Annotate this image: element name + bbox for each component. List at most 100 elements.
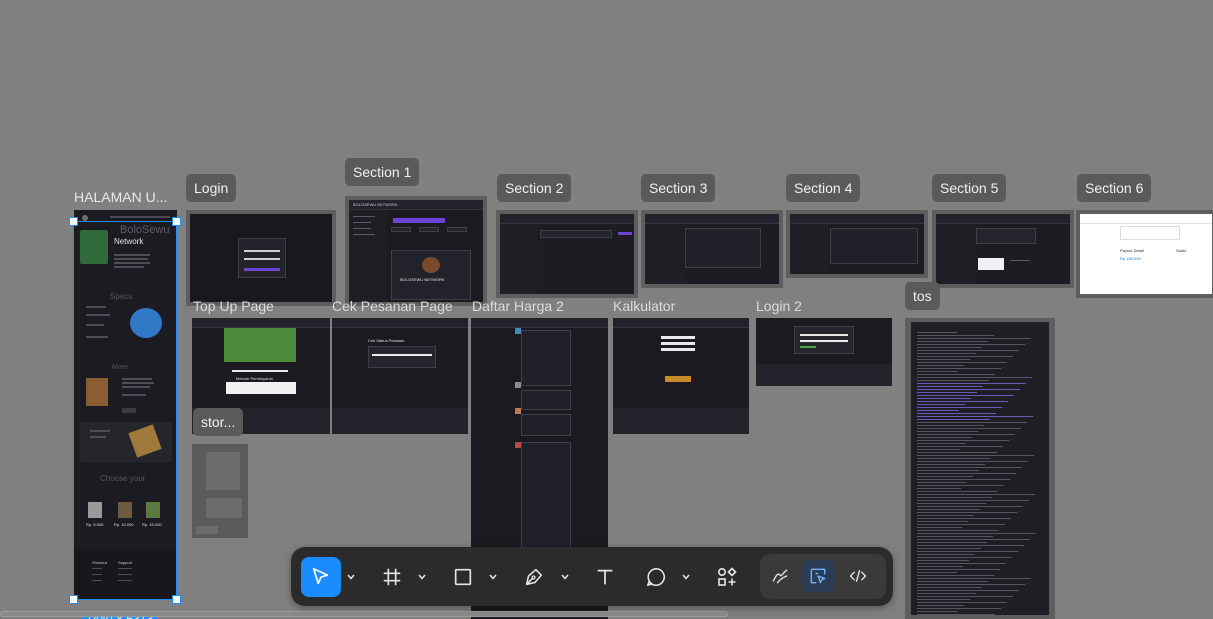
tos-text-line (917, 371, 958, 372)
frame-label-section3[interactable]: Section 3 (641, 174, 716, 202)
resize-handle-br[interactable] (172, 595, 181, 604)
pen-icon (525, 568, 543, 586)
frame-label-kalkulator[interactable]: Kalkulator (613, 298, 675, 314)
tos-text-line (917, 563, 1006, 564)
pen-tool-button[interactable] (514, 557, 554, 597)
tos-text-line (917, 467, 1022, 468)
tos-text-line (917, 587, 982, 588)
tos-text-line (917, 344, 1025, 345)
frame-section4[interactable] (786, 210, 928, 278)
text-icon (597, 569, 613, 585)
frame-label-section2[interactable]: Section 2 (497, 174, 572, 202)
frame-label-tos[interactable]: tos (905, 282, 940, 310)
tos-text-line (917, 599, 970, 600)
tos-text-line (917, 389, 1020, 390)
design-canvas[interactable]: HALAMAN U... BoloSewu Network Specs More… (0, 0, 1213, 619)
frame-section1[interactable]: BOLOSEWU NETWORK BOLOSEWU NETWORK (345, 196, 487, 306)
tos-text-line (917, 590, 1019, 591)
frame-label-daftarharga[interactable]: Daftar Harga 2 (472, 298, 564, 314)
mini-payment-heading: Metode Pembayaran (236, 376, 274, 381)
tos-text-line (917, 359, 970, 360)
draw-mode-button[interactable] (764, 560, 796, 592)
tos-text-line (917, 458, 991, 459)
frame-section5[interactable] (932, 210, 1074, 288)
tos-text-line (917, 419, 990, 420)
tos-text-line (917, 401, 1008, 402)
tos-text-line (917, 494, 1035, 495)
tos-text-line (917, 398, 971, 399)
tos-text-line (917, 536, 993, 537)
tos-text-line (917, 500, 1029, 501)
tos-text-line (917, 473, 1016, 474)
frame-login2[interactable] (756, 318, 892, 386)
frame-stor[interactable] (192, 444, 248, 538)
tos-text-line (917, 611, 958, 612)
frame-cekpesanan[interactable]: Cek Status Pesanan (332, 318, 468, 434)
frame-label-login2[interactable]: Login 2 (756, 298, 802, 314)
tos-text-line (917, 548, 981, 549)
frame-label-section4[interactable]: Section 4 (786, 174, 861, 202)
frame-label-halaman[interactable]: HALAMAN U... (74, 189, 167, 205)
frame-kalkulator[interactable] (613, 318, 749, 434)
tos-text-line (917, 353, 976, 354)
shape-tool-button[interactable] (443, 557, 483, 597)
tos-text-line (917, 425, 984, 426)
frame-label-section1[interactable]: Section 1 (345, 158, 420, 186)
mini-app-name: BOLOSEWU NETWORK (353, 202, 398, 207)
tos-text-line (917, 545, 1024, 546)
tos-text-line (917, 488, 961, 489)
tos-text-line (917, 608, 1001, 609)
tos-text-line (917, 455, 1034, 456)
frame-tool-chevron-icon[interactable] (417, 570, 427, 584)
text-tool-button[interactable] (585, 557, 625, 597)
tos-text-line (917, 593, 976, 594)
tos-text-line (917, 509, 980, 510)
tos-text-line (917, 407, 1002, 408)
tos-text-line (917, 383, 1026, 384)
pen-tool-chevron-icon[interactable] (560, 570, 570, 584)
frame-label-login[interactable]: Login (186, 174, 237, 202)
resize-handle-bl[interactable] (69, 595, 78, 604)
tos-text-line (917, 503, 986, 504)
frame-section6[interactable]: Payout Detail Saldo Rp 100.000 (1076, 210, 1213, 298)
tos-text-line (917, 497, 992, 498)
mini-cek-title: Cek Status Pesanan (368, 338, 405, 343)
shape-tool-chevron-icon[interactable] (488, 570, 498, 584)
tos-text-line (917, 533, 1036, 534)
comment-icon (646, 567, 665, 587)
frame-label-cekpesanan[interactable]: Cek Pesanan Page (332, 298, 453, 314)
tos-text-line (917, 374, 995, 375)
move-tool-button[interactable] (301, 557, 341, 597)
tos-text-line (917, 557, 1012, 558)
frame-tos[interactable] (905, 318, 1055, 619)
tos-text-line (917, 410, 959, 411)
design-mode-button[interactable] (802, 560, 834, 592)
mini-payout-detail: Payout Detail (1120, 248, 1144, 253)
frame-label-section6[interactable]: Section 6 (1077, 174, 1152, 202)
frame-login[interactable] (186, 210, 336, 306)
frame-label-section5[interactable]: Section 5 (932, 174, 1007, 202)
dev-mode-button[interactable] (842, 560, 874, 592)
tos-text-line (917, 356, 1013, 357)
frame-section2[interactable] (496, 210, 638, 298)
frame-section3[interactable] (641, 210, 783, 288)
frame-label-topup[interactable]: Top Up Page (193, 298, 274, 314)
tos-text-line (917, 437, 972, 438)
rectangle-icon (454, 568, 472, 586)
frame-label-stor[interactable]: stor... (193, 408, 244, 436)
mode-switcher (760, 554, 886, 599)
comment-tool-button[interactable] (636, 557, 676, 597)
move-tool-chevron-icon[interactable] (346, 570, 356, 584)
frame-tool-button[interactable] (372, 557, 412, 597)
tos-text-line (917, 554, 975, 555)
resize-handle-tl[interactable] (69, 217, 78, 226)
tos-text-line (917, 446, 1003, 447)
tos-text-line (917, 470, 979, 471)
horizontal-scrollbar[interactable] (0, 611, 728, 617)
resize-handle-tr[interactable] (172, 217, 181, 226)
comment-tool-chevron-icon[interactable] (681, 570, 691, 584)
tos-text-line (917, 461, 1028, 462)
tos-text-line (917, 584, 1025, 585)
actions-tool-button[interactable] (707, 557, 747, 597)
tos-text-line (917, 506, 1023, 507)
